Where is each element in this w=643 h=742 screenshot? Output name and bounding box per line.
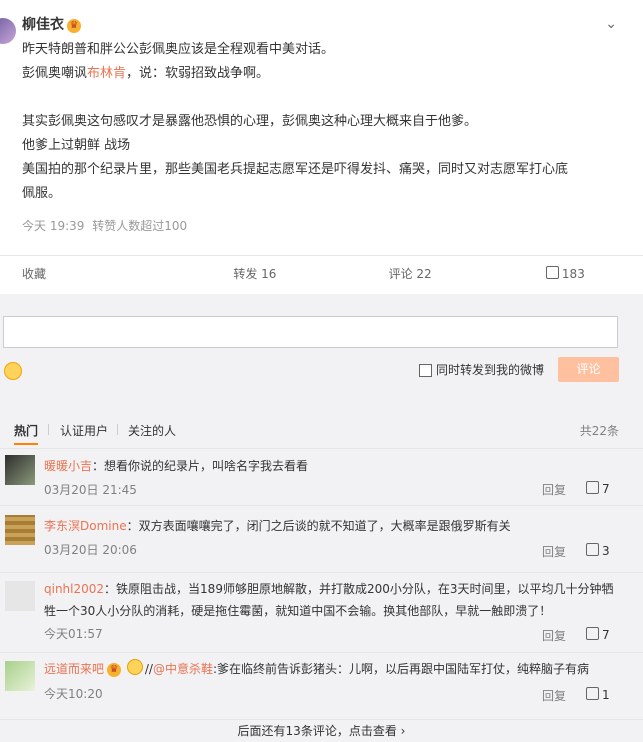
comment-text: 远道而来吧 ♛ //@中意杀鞋:爹在临终前告诉彭猪头：儿啊，以后再跟中国陆军打仗，… [44, 658, 624, 680]
reply-button[interactable]: 回复 [542, 543, 566, 560]
comment-button[interactable]: 评论 22 [333, 256, 488, 294]
post-line: 他爹上过朝鲜 战场 [22, 138, 131, 153]
thumbs-up-icon [586, 687, 599, 700]
thumbs-up-icon [586, 543, 599, 556]
laughing-emoji-icon [126, 659, 143, 675]
comment-like-button[interactable]: 7 [586, 481, 610, 496]
comment-item: 暖暖小吉：想看你说的纪录片，叫啥名字我去看看 03月20日 21:45 回复 7 [0, 448, 643, 505]
comment-author[interactable]: 远道而来吧 [44, 662, 104, 676]
comment-author[interactable]: 暖暖小吉 [44, 459, 92, 473]
action-bar: 收藏 转发 16 评论 22 183 [0, 255, 643, 295]
submit-comment-button[interactable]: 评论 [558, 357, 619, 382]
post-line: 佩服。 [22, 186, 62, 201]
forward-note: 转赞人数超过100 [92, 219, 188, 233]
tab-hot[interactable]: 热门 [14, 422, 39, 445]
emoji-icon[interactable] [4, 362, 22, 380]
comment-time: 03月20日 21:45 [44, 483, 137, 497]
tab-verified[interactable]: 认证用户 [60, 422, 108, 439]
like-button[interactable]: 183 [488, 256, 643, 294]
post-line: 彭佩奥嘲讽布林肯，说：软弱招致战争啊。 [22, 66, 270, 81]
author-avatar[interactable] [0, 18, 16, 44]
post-line: 美国拍的那个纪录片里，那些美国老兵提起志愿军还是吓得发抖、痛哭，同时又对志愿军打… [22, 162, 569, 177]
comment-time: 今天10:20 [44, 687, 103, 701]
crown-icon: ♛ [67, 19, 81, 33]
favorite-button[interactable]: 收藏 [0, 256, 177, 294]
comment-text: 暖暖小吉：想看你说的纪录片，叫啥名字我去看看 [44, 459, 309, 473]
author-name[interactable]: 柳佳衣 ♛ [22, 14, 81, 34]
forward-checkbox[interactable] [419, 364, 432, 377]
forward-checkbox-label[interactable]: 同时转发到我的微博 [436, 361, 544, 378]
chevron-down-icon[interactable]: ⌄ [605, 16, 617, 32]
comment-like-button[interactable]: 1 [586, 687, 610, 702]
mention-link[interactable]: 布林肯 [87, 66, 126, 81]
crown-icon: ♛ [107, 663, 122, 677]
weibo-post-card: 柳佳衣 ♛ ⌄ 昨天特朗普和胖公公彭佩奥应该是全程观看中美对话。 彭佩奥嘲讽布林肯… [0, 0, 643, 738]
comment-text: qinhl2002：铁原阻击战，当189师够胆原地解散，并打散成200小分队，在… [44, 582, 614, 618]
more-comments-link[interactable]: 后面还有13条评论，点击查看 › [0, 719, 643, 739]
avatar[interactable] [5, 581, 35, 611]
reply-button[interactable]: 回复 [542, 687, 566, 704]
forward-button[interactable]: 转发 16 [177, 256, 332, 294]
comment-like-button[interactable]: 7 [586, 627, 610, 642]
comment-like-button[interactable]: 3 [586, 543, 610, 558]
thumbs-up-icon [586, 627, 599, 640]
comment-item: qinhl2002：铁原阻击战，当189师够胆原地解散，并打散成200小分队，在… [0, 572, 643, 653]
comment-item: 远道而来吧 ♛ //@中意杀鞋:爹在临终前告诉彭猪头：儿啊，以后再跟中国陆军打仗，… [0, 652, 643, 713]
reply-button[interactable]: 回复 [542, 627, 566, 644]
mention-link[interactable]: @中意杀鞋 [153, 662, 213, 676]
thumbs-up-icon [545, 266, 559, 279]
comment-total: 共22条 [579, 424, 619, 438]
thumbs-up-icon [586, 481, 599, 494]
comment-item: 李东溟Domine：双方表面嚷嚷完了，闭门之后谈的就不知道了，大概率是跟俄罗斯有… [0, 505, 643, 567]
post-line: 昨天特朗普和胖公公彭佩奥应该是全程观看中美对话。 [22, 42, 335, 57]
post-body: 昨天特朗普和胖公公彭佩奥应该是全程观看中美对话。 彭佩奥嘲讽布林肯，说：软弱招致… [22, 38, 622, 206]
reply-button[interactable]: 回复 [542, 481, 566, 498]
comment-author[interactable]: qinhl2002 [44, 582, 104, 596]
post-meta: 今天 19:39 转赞人数超过100 [22, 217, 187, 234]
comment-author[interactable]: 李东溟Domine [44, 519, 127, 533]
post-time[interactable]: 今天 19:39 [22, 219, 84, 233]
comment-input[interactable] [3, 316, 618, 348]
avatar[interactable] [5, 661, 35, 691]
comment-tabs: 热门 认证用户 关注的人 共22条 [0, 417, 643, 445]
comment-text: 李东溟Domine：双方表面嚷嚷完了，闭门之后谈的就不知道了，大概率是跟俄罗斯有… [44, 519, 511, 533]
comment-time: 今天01:57 [44, 627, 103, 641]
tab-following[interactable]: 关注的人 [128, 422, 176, 439]
post-line: 其实彭佩奥这句感叹才是暴露他恐惧的心理，彭佩奥这种心理大概来自于他爹。 [22, 114, 478, 129]
avatar[interactable] [5, 455, 35, 485]
comment-time: 03月20日 20:06 [44, 543, 137, 557]
avatar[interactable] [5, 515, 35, 545]
